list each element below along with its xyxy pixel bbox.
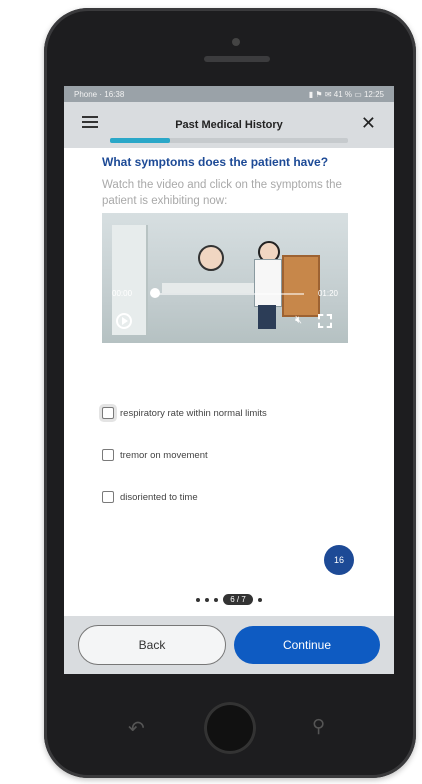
option-label: disoriented to time — [120, 491, 198, 503]
video-doctor-body — [254, 259, 282, 307]
video-current-time: 00:00 — [112, 289, 133, 298]
play-icon[interactable] — [116, 313, 132, 329]
page-indicator: 6 / 7 — [64, 594, 394, 605]
option-label: respiratory rate within normal limits — [120, 407, 267, 419]
page-dot — [196, 597, 201, 602]
option-tremor[interactable]: tremor on movement — [102, 445, 356, 465]
status-bar: Phone · 16:38 ▮ ⚑ ✉ 41 % ▭ 12:25 — [64, 86, 394, 102]
step-progress-bar — [110, 138, 348, 143]
page-count-badge: 6 / 7 — [223, 594, 253, 605]
page-dot — [205, 597, 210, 602]
video-scrubber-handle[interactable] — [150, 288, 160, 298]
earpiece-speaker — [204, 56, 270, 62]
back-nav-icon[interactable]: ↶ — [128, 716, 145, 741]
checkbox[interactable] — [102, 449, 114, 461]
continue-button[interactable]: Continue — [234, 626, 380, 664]
symptom-options: respiratory rate within normal limits tr… — [102, 403, 356, 507]
footer-actions: Back Continue — [64, 616, 394, 674]
status-indicators: ▮ ⚑ ✉ 41 % ▭ 12:25 — [308, 89, 384, 99]
home-button[interactable] — [204, 702, 256, 754]
camera-dot — [232, 38, 240, 46]
question-instruction: Watch the video and click on the symptom… — [102, 179, 342, 207]
page-dot — [214, 597, 219, 602]
volume-mute-icon[interactable]: 🔇︎ — [295, 314, 302, 327]
app-screen: Phone · 16:38 ▮ ⚑ ✉ 41 % ▭ 12:25 Past Me… — [64, 86, 394, 674]
search-nav-icon[interactable]: ⚲ — [312, 716, 325, 737]
option-label: tremor on movement — [120, 449, 208, 461]
status-carrier: Phone · 16:38 — [74, 89, 125, 99]
video-patient-figure — [198, 245, 224, 271]
checkbox[interactable] — [102, 407, 114, 419]
checkbox[interactable] — [102, 491, 114, 503]
page-dot — [257, 597, 262, 602]
video-scrubber[interactable] — [152, 293, 304, 295]
video-doctor-legs — [258, 305, 276, 329]
option-disoriented[interactable]: disoriented to time — [102, 487, 356, 507]
video-total-time: 01:20 — [317, 289, 338, 298]
option-respiratory-rate[interactable]: respiratory rate within normal limits — [102, 403, 356, 423]
video-door — [282, 255, 320, 317]
close-icon[interactable]: ✕ — [361, 114, 376, 132]
fullscreen-icon[interactable] — [318, 314, 332, 328]
question-content: What symptoms does the patient have? Wat… — [64, 148, 394, 507]
question-title: What symptoms does the patient have? — [102, 155, 329, 169]
page-title: Past Medical History — [175, 119, 283, 131]
back-button[interactable]: Back — [78, 625, 226, 665]
video-player[interactable]: 00:00 01:20 🔇︎ — [102, 213, 348, 343]
floating-action-button[interactable]: 16 — [324, 545, 354, 575]
step-progress-fill — [110, 138, 170, 143]
app-bar: Past Medical History ✕ — [64, 102, 394, 148]
